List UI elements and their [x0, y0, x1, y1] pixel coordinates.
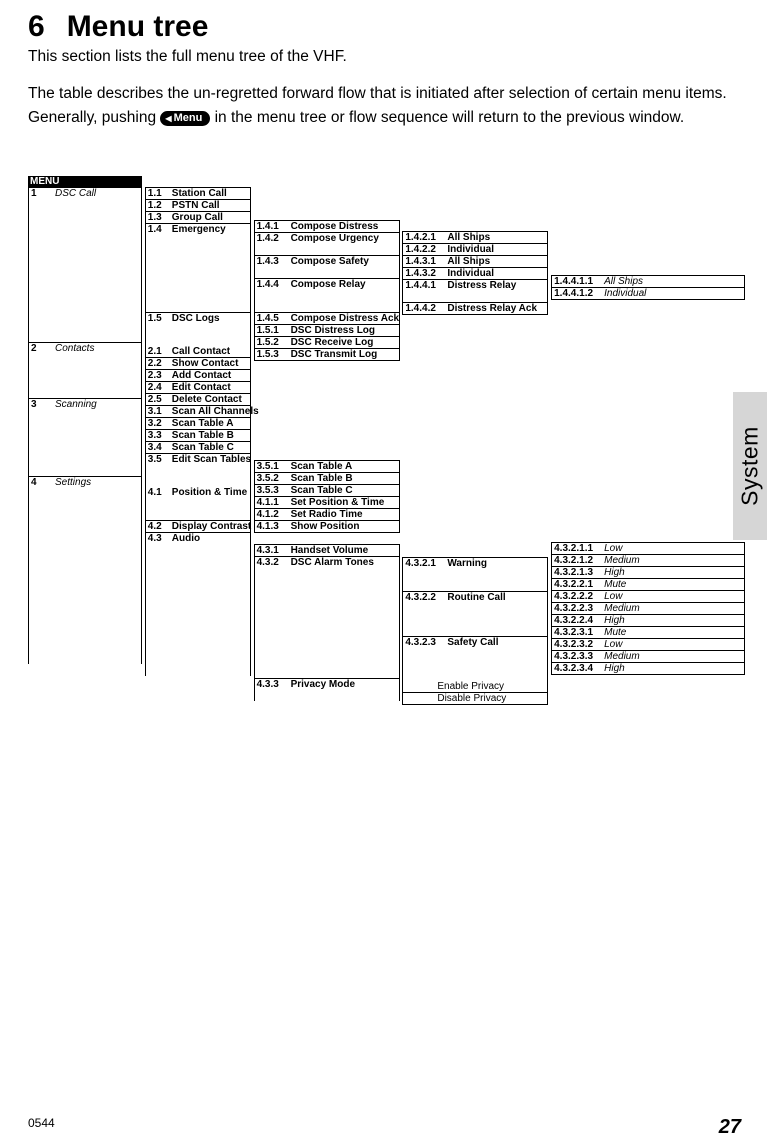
section-intro: This section lists the full menu tree of…	[28, 47, 743, 68]
l2-dsc-logs: 1.5DSC Logs	[145, 312, 251, 324]
l3-dsc-alarm-tones: 4.3.2DSC Alarm Tones	[254, 556, 400, 568]
side-tab-system: System	[733, 392, 767, 540]
footer-code: 0544	[28, 1116, 55, 1130]
menu-tree-table: MENU 1DSC Call 2Contacts 3Scanning 4Sett…	[28, 176, 743, 705]
l2-scan-a: 3.2Scan Table A	[145, 417, 251, 429]
l5-high-1: 4.3.2.1.3High	[551, 566, 745, 579]
l5-low-2: 4.3.2.2.2Low	[551, 590, 745, 602]
l5-all-ships: 1.4.4.1.1All Ships	[551, 275, 745, 287]
l1-contacts: 2Contacts	[28, 342, 142, 354]
l2-add-contact: 2.3Add Contact	[145, 369, 251, 381]
menu-button-pill: Menu	[160, 111, 210, 126]
section-heading: 6 Menu tree	[28, 10, 743, 43]
l5-individual: 1.4.4.1.2Individual	[551, 287, 745, 300]
l2-edit-contact: 2.4Edit Contact	[145, 381, 251, 393]
l4-all-ships-2: 1.4.3.1All Ships	[402, 256, 548, 267]
l2-scan-all: 3.1Scan All Channels	[145, 406, 251, 417]
l5-mute-3: 4.3.2.3.1Mute	[551, 627, 745, 638]
l4-distress-relay-ack: 1.4.4.2Distress Relay Ack	[402, 302, 548, 315]
l2-show-contact: 2.2Show Contact	[145, 357, 251, 369]
l5-mute-2: 4.3.2.2.1Mute	[551, 579, 745, 590]
l2-audio: 4.3Audio	[145, 533, 251, 544]
l3-privacy-mode: 4.3.3Privacy Mode	[254, 678, 400, 690]
page-number: 27	[719, 1116, 741, 1139]
l3-compose-distress-ack: 1.4.5Compose Distress Ack	[254, 312, 400, 325]
l3-transmit-log: 1.5.3DSC Transmit Log	[254, 348, 400, 361]
l4-individual-1: 1.4.2.2Individual	[402, 243, 548, 256]
l2-edit-scan: 3.5Edit Scan Tables	[145, 453, 251, 465]
l5-low-3: 4.3.2.3.2Low	[551, 638, 745, 650]
l2-display-contrast: 4.2Display Contrast	[145, 520, 251, 533]
section-number: 6	[28, 10, 45, 43]
l4-safety-call: 4.3.2.3Safety Call	[402, 636, 548, 648]
l3-scan-table-c: 3.5.3Scan Table C	[254, 484, 400, 497]
l4-disable-privacy: Disable Privacy	[402, 692, 548, 705]
l3-compose-relay: 1.4.4Compose Relay	[254, 278, 400, 290]
l3-handset-volume: 4.3.1Handset Volume	[254, 544, 400, 556]
l2-pstn-call: 1.2PSTN Call	[145, 199, 251, 211]
section-title-text: Menu tree	[67, 10, 209, 43]
section-description: The table describes the un-regretted for…	[28, 82, 743, 130]
l5-low-1: 4.3.2.1.1Low	[551, 542, 745, 554]
l2-station-call: 1.1Station Call	[145, 187, 251, 199]
l3-show-position: 4.1.3Show Position	[254, 520, 400, 533]
l2-group-call: 1.3Group Call	[145, 211, 251, 223]
l3-scan-table-b: 3.5.2Scan Table B	[254, 472, 400, 484]
l4-enable-privacy: Enable Privacy	[402, 681, 548, 692]
l1-settings: 4Settings	[28, 476, 142, 488]
l3-set-radio-time: 4.1.2Set Radio Time	[254, 508, 400, 520]
l3-set-pos-time: 4.1.1Set Position & Time	[254, 497, 400, 508]
l5-high-3: 4.3.2.3.4High	[551, 662, 745, 675]
l3-scan-table-a: 3.5.1Scan Table A	[254, 460, 400, 472]
l3-compose-urgency: 1.4.2Compose Urgency	[254, 232, 400, 244]
l1-scanning: 3Scanning	[28, 398, 142, 410]
l4-distress-relay: 1.4.4.1Distress Relay	[402, 280, 548, 291]
l4-routine-call: 4.3.2.2Routine Call	[402, 591, 548, 603]
l3-compose-distress: 1.4.1Compose Distress	[254, 220, 400, 232]
l2-call-contact: 2.1Call Contact	[145, 346, 251, 357]
side-tab-label: System	[737, 426, 764, 506]
l2-emergency: 1.4Emergency	[145, 223, 251, 235]
l4-warning: 4.3.2.1Warning	[402, 557, 548, 569]
l2-scan-c: 3.4Scan Table C	[145, 441, 251, 453]
l3-receive-log: 1.5.2DSC Receive Log	[254, 336, 400, 348]
l3-distress-log: 1.5.1DSC Distress Log	[254, 325, 400, 336]
l1-dsc-call: 1DSC Call	[28, 187, 142, 199]
l4-individual-2: 1.4.3.2Individual	[402, 267, 548, 280]
l2-delete-contact: 2.5Delete Contact	[145, 393, 251, 406]
l2-scan-b: 3.3Scan Table B	[145, 429, 251, 441]
l5-medium-2: 4.3.2.2.3Medium	[551, 602, 745, 614]
l5-medium-3: 4.3.2.3.3Medium	[551, 650, 745, 662]
menu-root: MENU	[28, 176, 142, 187]
l3-compose-safety: 1.4.3Compose Safety	[254, 255, 400, 267]
l5-high-2: 4.3.2.2.4High	[551, 614, 745, 627]
l5-medium-1: 4.3.2.1.2Medium	[551, 554, 745, 566]
l4-all-ships-1: 1.4.2.1All Ships	[402, 231, 548, 243]
l2-position-time: 4.1Position & Time	[145, 487, 251, 498]
desc-part2: in the menu tree or flow sequence will r…	[210, 109, 684, 126]
